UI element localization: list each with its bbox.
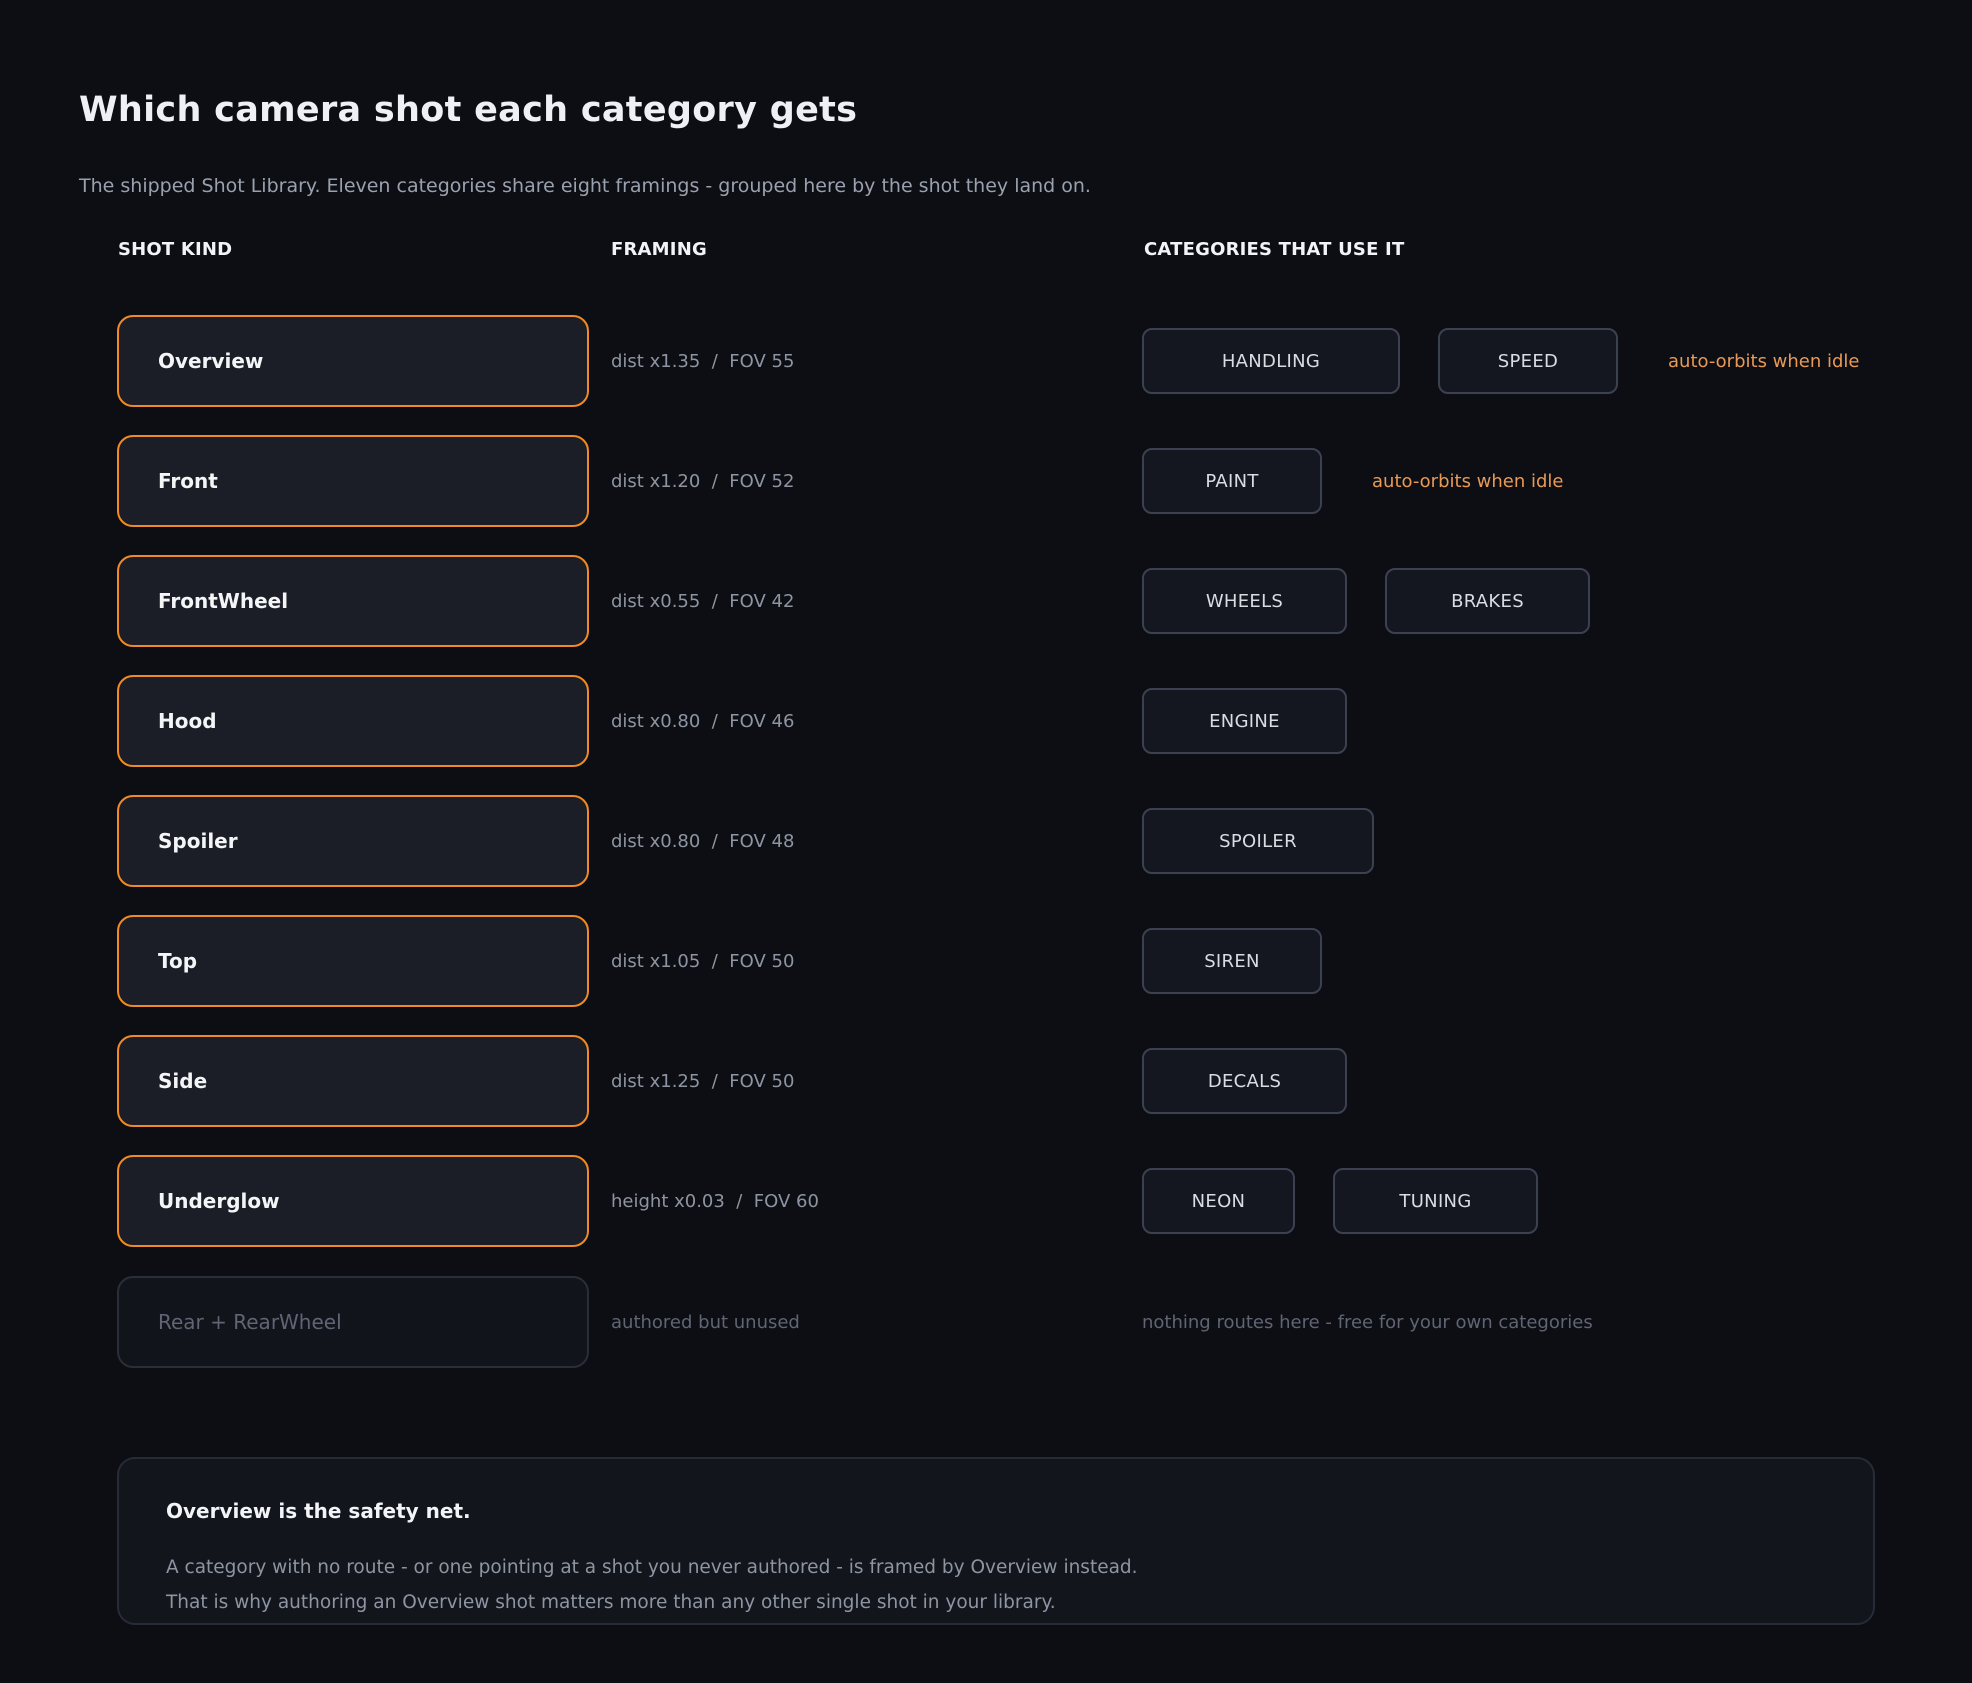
category-list: NEON TUNING xyxy=(1142,1155,1576,1247)
shot-kind-card: Overview xyxy=(117,315,589,407)
table-row: Overview dist x1.35 / FOV 55 HANDLING SPEED… xyxy=(0,315,1972,411)
column-header-framing: FRAMING xyxy=(611,239,707,260)
framing-value: dist x1.35 / FOV 55 xyxy=(611,350,795,372)
table-row: Top dist x1.05 / FOV 50 SIREN xyxy=(0,915,1972,1011)
auto-orbit-note: auto-orbits when idle xyxy=(1372,470,1564,492)
shot-kind-card: Hood xyxy=(117,675,589,767)
category-chip: WHEELS xyxy=(1142,568,1347,634)
category-chip: BRAKES xyxy=(1385,568,1590,634)
shot-kind-card: Side xyxy=(117,1035,589,1127)
category-chip: SPOILER xyxy=(1142,808,1374,874)
category-chip: SIREN xyxy=(1142,928,1322,994)
category-chip: HANDLING xyxy=(1142,328,1400,394)
shot-kind-card: FrontWheel xyxy=(117,555,589,647)
unused-note: nothing routes here - free for your own … xyxy=(1142,1311,1593,1333)
category-list: WHEELS BRAKES xyxy=(1142,555,1628,647)
table-row: FrontWheel dist x0.55 / FOV 42 WHEELS BRAKE… xyxy=(0,555,1972,651)
framing-value: dist x1.20 / FOV 52 xyxy=(611,470,795,492)
category-list: SIREN xyxy=(1142,915,1360,1007)
category-list: SPOILER xyxy=(1142,795,1412,887)
page-title: Which camera shot each category gets xyxy=(79,90,858,130)
shot-kind-card: Rear + RearWheel xyxy=(117,1276,589,1368)
framing-value: dist x1.25 / FOV 50 xyxy=(611,1070,795,1092)
callout-line-1: A category with no route - or one pointi… xyxy=(166,1557,1138,1578)
category-chip: PAINT xyxy=(1142,448,1322,514)
callout-title: Overview is the safety net. xyxy=(166,1499,471,1523)
category-chip: ENGINE xyxy=(1142,688,1347,754)
table-row: Spoiler dist x0.80 / FOV 48 SPOILER xyxy=(0,795,1972,891)
table-row: Front dist x1.20 / FOV 52 PAINT auto-orbits… xyxy=(0,435,1972,531)
category-list: nothing routes here - free for your own … xyxy=(1142,1276,1593,1368)
framing-value: authored but unused xyxy=(611,1311,800,1333)
framing-value: dist x0.80 / FOV 46 xyxy=(611,710,795,732)
table-row: Hood dist x0.80 / FOV 46 ENGINE xyxy=(0,675,1972,771)
framing-value: dist x1.05 / FOV 50 xyxy=(611,950,795,972)
column-header-shot-kind: SHOT KIND xyxy=(118,239,233,260)
category-list: DECALS xyxy=(1142,1035,1385,1127)
framing-value: dist x0.80 / FOV 48 xyxy=(611,830,795,852)
framing-value: height x0.03 / FOV 60 xyxy=(611,1190,819,1212)
category-list: PAINT auto-orbits when idle xyxy=(1142,435,1564,527)
category-chip: DECALS xyxy=(1142,1048,1347,1114)
column-header-categories: CATEGORIES THAT USE IT xyxy=(1144,239,1405,260)
category-chip: NEON xyxy=(1142,1168,1295,1234)
shot-kind-card: Underglow xyxy=(117,1155,589,1247)
auto-orbit-note: auto-orbits when idle xyxy=(1668,350,1860,372)
category-chip: TUNING xyxy=(1333,1168,1538,1234)
category-list: ENGINE xyxy=(1142,675,1385,767)
callout-line-2: That is why authoring an Overview shot m… xyxy=(166,1592,1056,1613)
shot-kind-card: Spoiler xyxy=(117,795,589,887)
table-row: Underglow height x0.03 / FOV 60 NEON TUNING xyxy=(0,1155,1972,1251)
category-list: HANDLING SPEED auto-orbits when idle xyxy=(1142,315,1860,407)
shot-kind-card: Front xyxy=(117,435,589,527)
framing-value: dist x0.55 / FOV 42 xyxy=(611,590,795,612)
safety-net-callout: Overview is the safety net. A category w… xyxy=(117,1457,1875,1625)
table-row: Rear + RearWheel authored but unused nothi… xyxy=(0,1276,1972,1372)
page-subtitle: The shipped Shot Library. Eleven categor… xyxy=(79,175,1091,197)
shot-kind-card: Top xyxy=(117,915,589,1007)
table-row: Side dist x1.25 / FOV 50 DECALS xyxy=(0,1035,1972,1131)
category-chip: SPEED xyxy=(1438,328,1618,394)
